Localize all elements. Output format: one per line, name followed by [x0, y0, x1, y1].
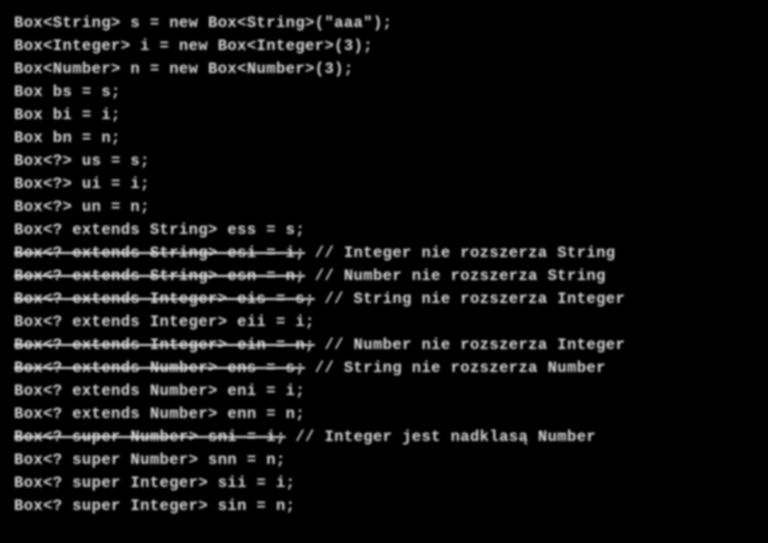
code-text: Box<Number> n = new Box<Number>(3); [14, 60, 354, 78]
struck-code: Box<? extends Integer> ein = n; [14, 336, 315, 354]
code-text: Box<? extends Number> enn = n; [14, 405, 305, 423]
struck-code: Box<? extends Number> ens = s; [14, 359, 305, 377]
code-line: Box<Integer> i = new Box<Integer>(3); [14, 35, 754, 58]
code-text: Box<? extends String> ess = s; [14, 221, 305, 239]
code-comment: // Integer nie rozszerza String [305, 244, 615, 262]
code-line: Box<? super Integer> sii = i; [14, 472, 754, 495]
code-line: Box<? super Number> snn = n; [14, 449, 754, 472]
code-text: Box bs = s; [14, 83, 121, 101]
code-comment: // Number nie rozszerza Integer [315, 336, 625, 354]
code-line: Box<? super Number> sni = i; // Integer … [14, 426, 754, 449]
code-line: Box<Number> n = new Box<Number>(3); [14, 58, 754, 81]
code-comment: // Integer jest nadklasą Number [286, 428, 596, 446]
code-text: Box<? extends Integer> eii = i; [14, 313, 315, 331]
code-text: Box<Integer> i = new Box<Integer>(3); [14, 37, 373, 55]
code-text: Box<String> s = new Box<String>("aaa"); [14, 14, 392, 32]
code-comment: // String nie rozszerza Number [305, 359, 606, 377]
code-text: Box bn = n; [14, 129, 121, 147]
code-comment: // String nie rozszerza Integer [315, 290, 625, 308]
code-line: Box<? extends Integer> eis = s; // Strin… [14, 288, 754, 311]
code-text: Box<? super Integer> sii = i; [14, 474, 295, 492]
code-block: Box<String> s = new Box<String>("aaa"); B… [0, 0, 768, 543]
code-line: Box<?> un = n; [14, 196, 754, 219]
code-line: Box<? extends Number> enn = n; [14, 403, 754, 426]
code-text: Box bi = i; [14, 106, 121, 124]
code-line: Box bs = s; [14, 81, 754, 104]
code-line: Box<? extends Number> ens = s; // String… [14, 357, 754, 380]
code-line: Box bn = n; [14, 127, 754, 150]
code-text: Box<? extends Number> eni = i; [14, 382, 305, 400]
code-line: Box<? extends String> esi = i; // Intege… [14, 242, 754, 265]
code-line: Box bi = i; [14, 104, 754, 127]
code-text: Box<?> us = s; [14, 152, 150, 170]
code-line: Box<?> ui = i; [14, 173, 754, 196]
code-line: Box<?> us = s; [14, 150, 754, 173]
code-comment: // Number nie rozszerza String [305, 267, 606, 285]
code-line: Box<? extends Integer> eii = i; [14, 311, 754, 334]
struck-code: Box<? extends String> esi = i; [14, 244, 305, 262]
code-line: Box<? extends Integer> ein = n; // Numbe… [14, 334, 754, 357]
code-line: Box<String> s = new Box<String>("aaa"); [14, 12, 754, 35]
code-line: Box<? extends Number> eni = i; [14, 380, 754, 403]
struck-code: Box<? extends Integer> eis = s; [14, 290, 315, 308]
code-text: Box<? super Integer> sin = n; [14, 497, 295, 515]
code-line: Box<? extends String> ess = s; [14, 219, 754, 242]
code-text: Box<?> ui = i; [14, 175, 150, 193]
code-text: Box<? super Number> snn = n; [14, 451, 286, 469]
struck-code: Box<? extends String> esn = n; [14, 267, 305, 285]
code-text: Box<?> un = n; [14, 198, 150, 216]
code-line: Box<? extends String> esn = n; // Number… [14, 265, 754, 288]
struck-code: Box<? super Number> sni = i; [14, 428, 286, 446]
code-line: Box<? super Integer> sin = n; [14, 495, 754, 518]
